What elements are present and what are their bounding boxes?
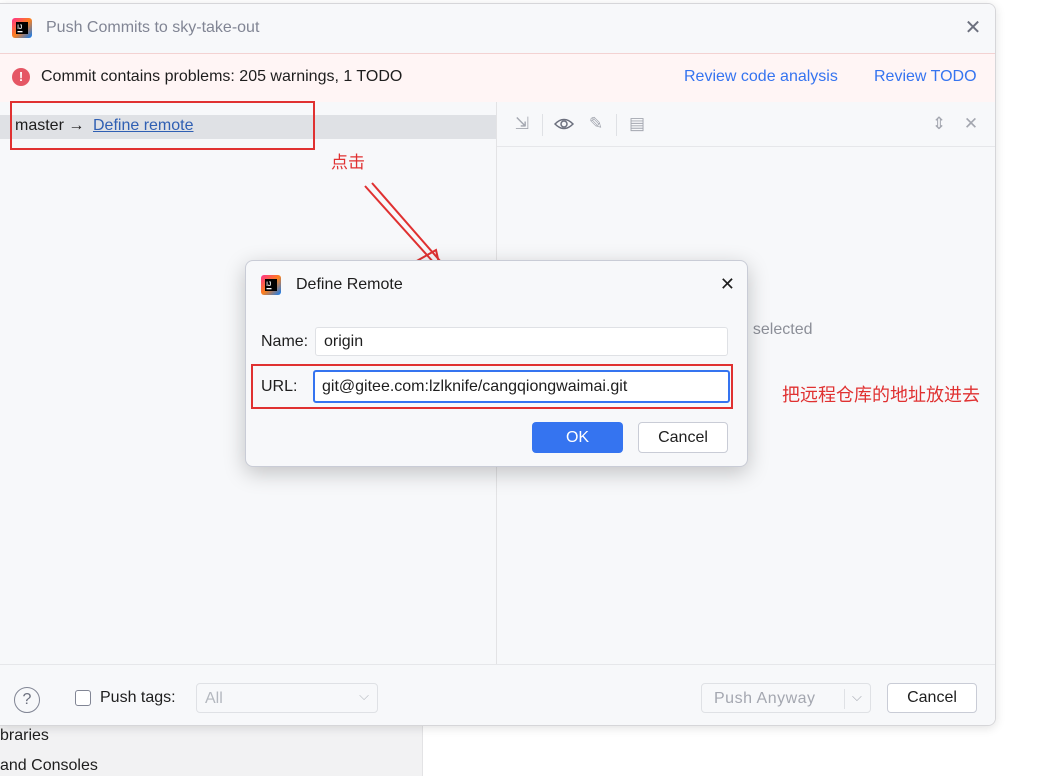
ok-button[interactable]: OK <box>532 422 623 453</box>
review-todo-link[interactable]: Review TODO <box>874 68 977 86</box>
cancel-button[interactable]: Cancel <box>887 683 977 713</box>
annotation-highlight-define-remote <box>10 101 315 150</box>
push-tags-select-value: All <box>205 690 223 707</box>
edit-pencil-icon[interactable]: ✎ <box>586 114 606 134</box>
push-anyway-label: Push Anyway <box>714 690 816 707</box>
push-button-separator <box>844 689 845 709</box>
push-tags-select[interactable]: All ⌵ <box>196 683 378 713</box>
expand-icon[interactable]: ⇕ <box>929 114 949 134</box>
eye-icon[interactable] <box>553 114 575 134</box>
intellij-app-icon: IJ <box>261 275 281 295</box>
error-icon: ! <box>12 68 30 86</box>
remote-url-input[interactable] <box>313 370 730 403</box>
close-icon[interactable]: ✕ <box>720 274 735 295</box>
review-code-analysis-link[interactable]: Review code analysis <box>684 68 838 86</box>
cancel-button[interactable]: Cancel <box>638 422 728 453</box>
define-remote-dialog: IJ Define Remote ✕ Name: URL: OK Cancel <box>245 260 748 467</box>
push-anyway-button[interactable]: Push Anyway ⌵ <box>701 683 871 713</box>
push-tags-label: Push tags: <box>100 689 176 706</box>
details-toolbar: ⇲ ✎ ▤ ⇕ ✕ <box>497 102 995 147</box>
chevron-down-icon: ⌵ <box>359 688 369 703</box>
close-icon[interactable]: ✕ <box>963 18 983 38</box>
details-list-icon[interactable]: ▤ <box>627 114 647 134</box>
problems-banner: ! Commit contains problems: 205 warnings… <box>0 53 995 103</box>
svg-text:IJ: IJ <box>17 25 22 31</box>
dialog-footer: ? Push tags: All ⌵ Push Anyway ⌵ Cancel <box>0 664 995 725</box>
help-icon[interactable]: ? <box>14 687 40 713</box>
push-tags-checkbox[interactable] <box>75 690 91 706</box>
svg-text:IJ: IJ <box>266 282 271 288</box>
name-label: Name: <box>261 333 309 350</box>
background-libraries-item: braries <box>0 727 49 744</box>
remote-name-input[interactable] <box>315 327 728 356</box>
annotation-url-hint: 把远程仓库的地址放进去 <box>782 385 980 405</box>
collapse-icon[interactable]: ✕ <box>961 114 981 134</box>
intellij-app-icon: IJ <box>12 18 32 38</box>
url-label: URL: <box>261 378 298 395</box>
chevron-down-icon[interactable]: ⌵ <box>852 689 862 705</box>
collapse-arrows-icon[interactable]: ⇲ <box>512 114 532 134</box>
dialog-title: Push Commits to sky-take-out <box>46 19 260 36</box>
annotation-click-text: 点击 <box>331 153 365 172</box>
toolbar-separator <box>616 114 617 136</box>
banner-message: Commit contains problems: 205 warnings, … <box>41 68 403 85</box>
define-remote-title: Define Remote <box>296 276 403 293</box>
background-consoles-item: and Consoles <box>0 757 98 774</box>
toolbar-separator <box>542 114 543 136</box>
dialog-titlebar: IJ Push Commits to sky-take-out ✕ <box>0 4 995 52</box>
